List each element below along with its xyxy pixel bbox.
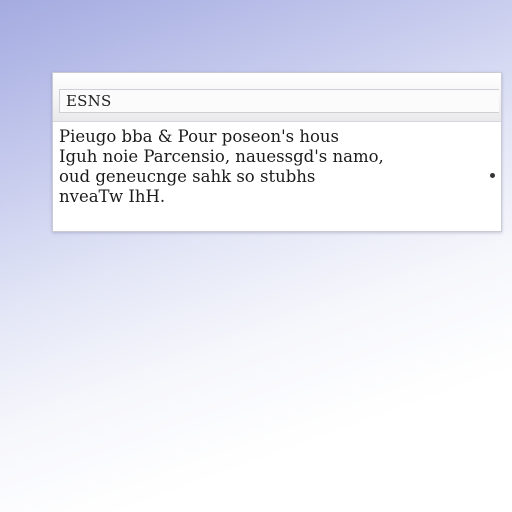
dialog-title: ESNS	[66, 92, 112, 110]
message-line-2: Iguh noie Parcensio, nauessgd's namo,	[59, 147, 497, 168]
bullet-dot-icon	[490, 173, 495, 178]
message-line-3: oud geneucnge sahk so stubhs	[59, 167, 316, 186]
dialog-message: Pieugo bba & Pour poseon's hous Iguh noi…	[59, 127, 497, 207]
title-field: ESNS	[59, 89, 499, 113]
dialog-titlebar: ESNS	[53, 73, 501, 122]
message-line-1: Pieugo bba & Pour poseon's hous	[59, 127, 339, 146]
dialog-window: ESNS Pieugo bba & Pour poseon's hous Igu…	[52, 72, 502, 232]
message-line-4: nveaTw IhH.	[59, 187, 166, 206]
